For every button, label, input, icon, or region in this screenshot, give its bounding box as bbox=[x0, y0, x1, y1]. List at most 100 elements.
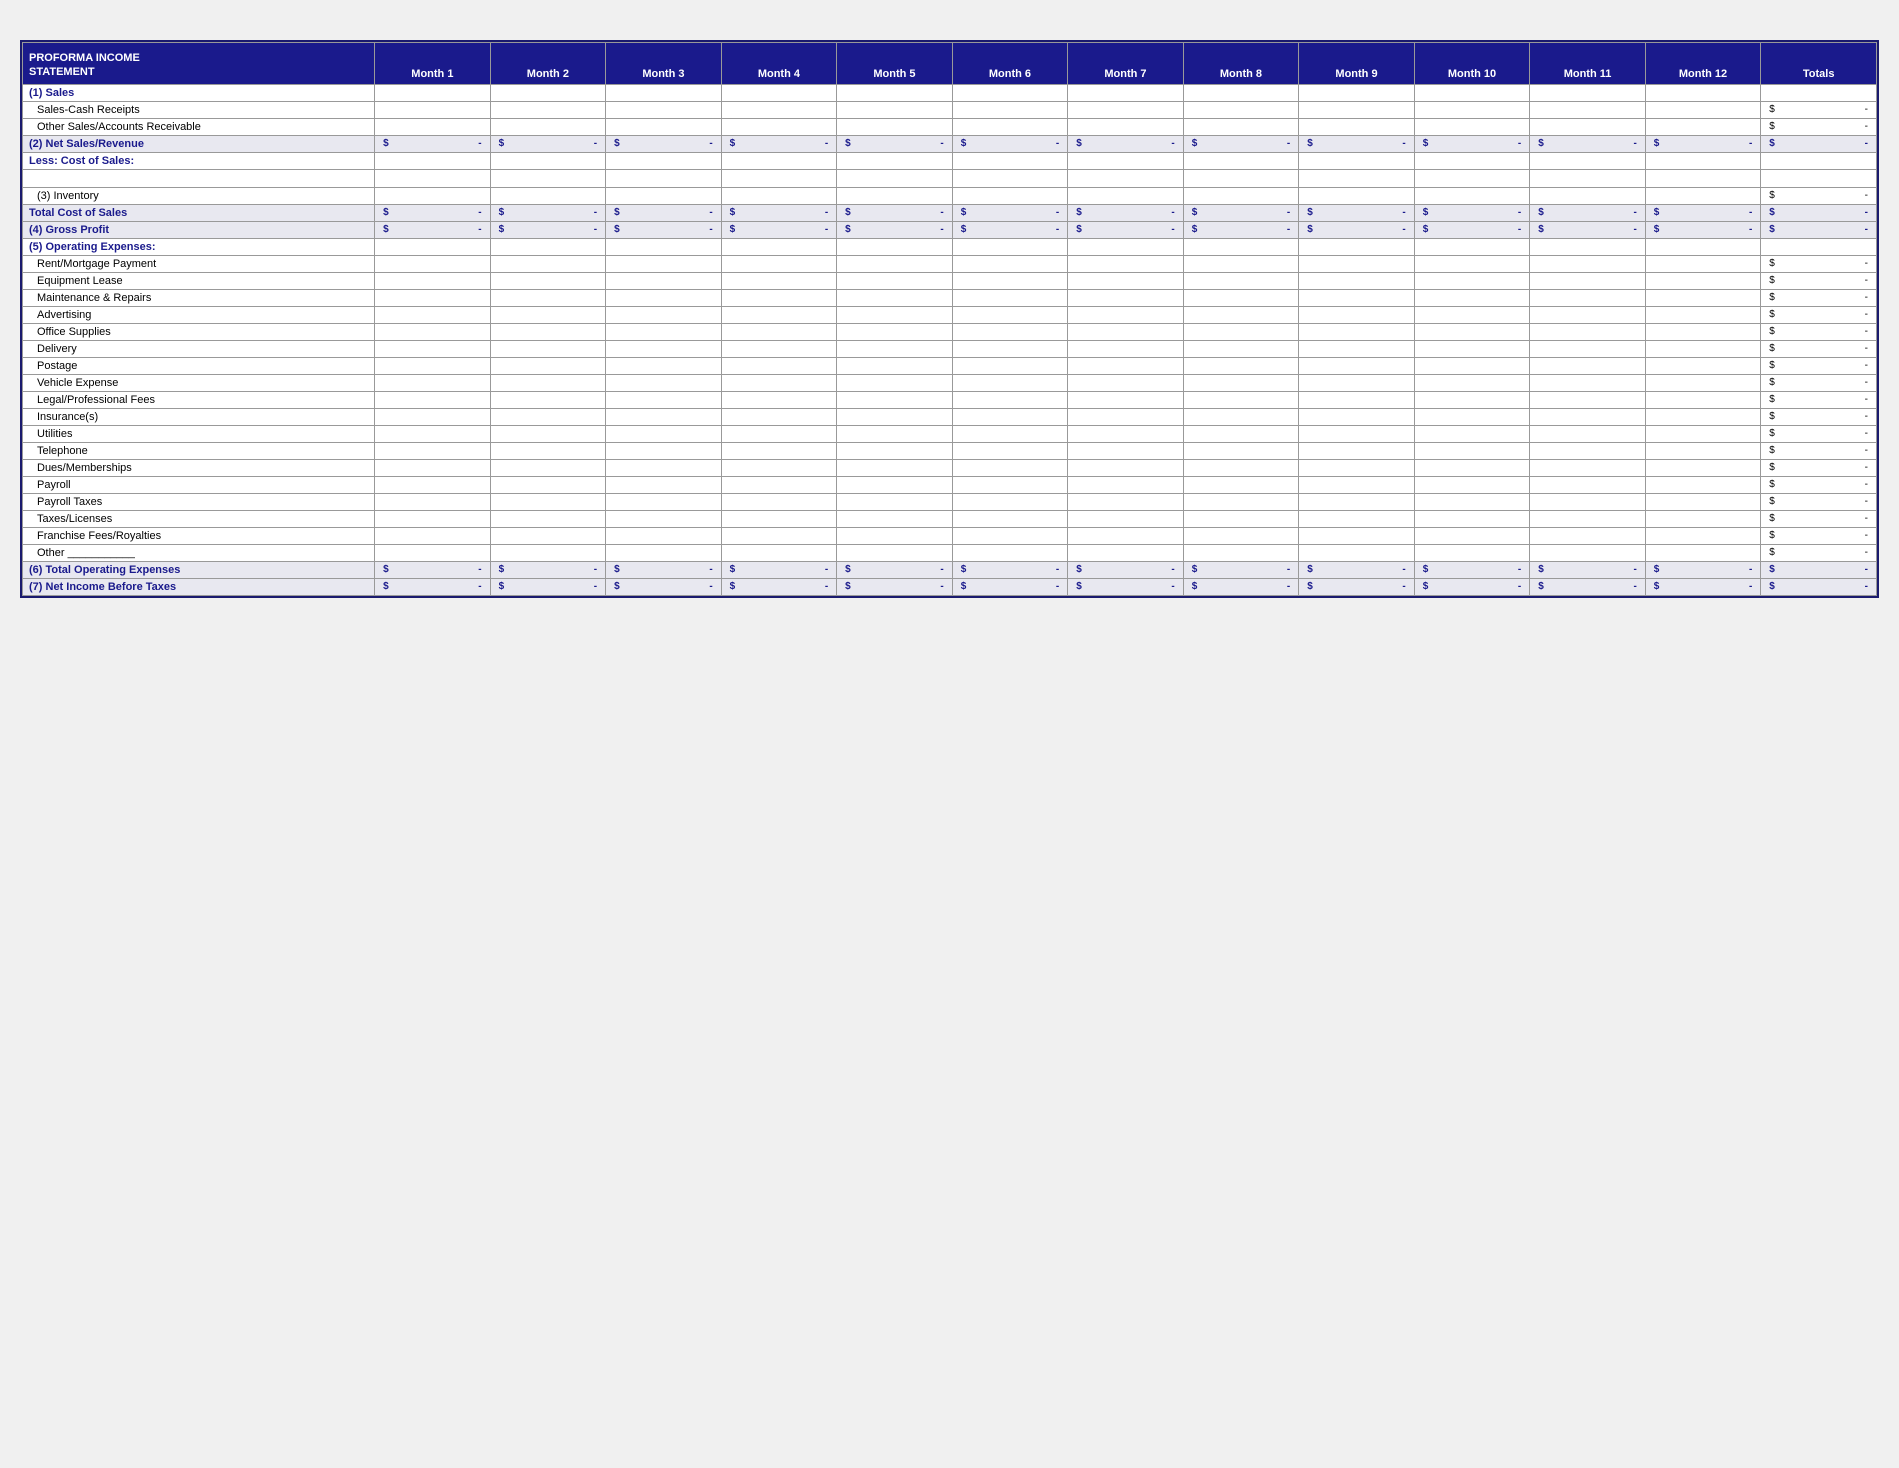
table-cell[interactable] bbox=[1530, 306, 1646, 323]
table-cell[interactable] bbox=[721, 527, 837, 544]
table-cell[interactable] bbox=[1645, 118, 1761, 135]
table-cell[interactable] bbox=[606, 374, 722, 391]
table-cell[interactable] bbox=[1299, 391, 1415, 408]
table-cell[interactable] bbox=[606, 187, 722, 204]
table-cell[interactable] bbox=[721, 255, 837, 272]
table-cell[interactable] bbox=[1414, 510, 1530, 527]
table-cell[interactable] bbox=[1645, 391, 1761, 408]
table-cell[interactable] bbox=[1530, 493, 1646, 510]
table-cell[interactable] bbox=[375, 306, 491, 323]
table-cell[interactable] bbox=[1183, 442, 1299, 459]
summary-money-cell[interactable]: $- bbox=[1299, 204, 1415, 221]
table-cell[interactable] bbox=[1183, 408, 1299, 425]
table-cell[interactable] bbox=[952, 527, 1068, 544]
summary-money-cell[interactable]: $- bbox=[837, 578, 953, 595]
summary-money-cell[interactable]: $- bbox=[1414, 221, 1530, 238]
table-cell[interactable] bbox=[952, 408, 1068, 425]
table-cell[interactable] bbox=[375, 101, 491, 118]
table-cell[interactable] bbox=[952, 118, 1068, 135]
table-cell[interactable] bbox=[490, 476, 606, 493]
total-cell[interactable]: $- bbox=[1761, 442, 1877, 459]
table-cell[interactable] bbox=[952, 238, 1068, 255]
table-cell[interactable] bbox=[1414, 152, 1530, 169]
table-cell[interactable] bbox=[490, 272, 606, 289]
table-cell[interactable] bbox=[837, 272, 953, 289]
summary-money-cell[interactable]: $- bbox=[952, 221, 1068, 238]
summary-money-cell[interactable]: $- bbox=[1530, 135, 1646, 152]
table-cell[interactable] bbox=[1299, 425, 1415, 442]
table-cell[interactable] bbox=[490, 408, 606, 425]
table-cell[interactable] bbox=[1414, 391, 1530, 408]
summary-money-cell[interactable]: $- bbox=[490, 221, 606, 238]
table-cell[interactable] bbox=[1530, 340, 1646, 357]
table-cell[interactable] bbox=[1068, 459, 1184, 476]
table-cell[interactable] bbox=[490, 493, 606, 510]
total-cell[interactable]: $- bbox=[1761, 272, 1877, 289]
summary-money-cell[interactable]: $- bbox=[837, 204, 953, 221]
summary-money-cell[interactable]: $- bbox=[490, 561, 606, 578]
table-cell[interactable] bbox=[837, 544, 953, 561]
summary-money-cell[interactable]: $- bbox=[1299, 578, 1415, 595]
table-cell[interactable] bbox=[375, 425, 491, 442]
table-cell[interactable] bbox=[1414, 118, 1530, 135]
table-cell[interactable] bbox=[375, 408, 491, 425]
summary-money-cell[interactable]: $- bbox=[1530, 561, 1646, 578]
summary-money-cell[interactable]: $- bbox=[490, 135, 606, 152]
table-cell[interactable] bbox=[1414, 408, 1530, 425]
table-cell[interactable] bbox=[721, 493, 837, 510]
table-cell[interactable] bbox=[1530, 408, 1646, 425]
table-cell[interactable] bbox=[606, 476, 722, 493]
table-cell[interactable] bbox=[952, 391, 1068, 408]
table-cell[interactable] bbox=[837, 306, 953, 323]
table-cell[interactable] bbox=[1068, 357, 1184, 374]
table-cell[interactable] bbox=[1645, 544, 1761, 561]
summary-money-cell[interactable]: $- bbox=[1414, 578, 1530, 595]
table-cell[interactable] bbox=[837, 408, 953, 425]
summary-money-cell[interactable]: $- bbox=[1645, 204, 1761, 221]
summary-money-cell[interactable]: $- bbox=[952, 561, 1068, 578]
table-cell[interactable] bbox=[1068, 289, 1184, 306]
table-cell[interactable] bbox=[721, 544, 837, 561]
table-cell[interactable] bbox=[375, 374, 491, 391]
table-cell[interactable] bbox=[1068, 340, 1184, 357]
table-cell[interactable] bbox=[1183, 306, 1299, 323]
table-cell[interactable] bbox=[1068, 391, 1184, 408]
table-cell[interactable] bbox=[1068, 255, 1184, 272]
table-cell[interactable] bbox=[1183, 476, 1299, 493]
table-cell[interactable] bbox=[1068, 323, 1184, 340]
table-cell[interactable] bbox=[606, 391, 722, 408]
table-cell[interactable] bbox=[1645, 289, 1761, 306]
table-cell[interactable] bbox=[375, 152, 491, 169]
summary-money-cell[interactable]: $- bbox=[1530, 578, 1646, 595]
table-cell[interactable] bbox=[1645, 476, 1761, 493]
table-cell[interactable] bbox=[1299, 101, 1415, 118]
table-cell[interactable] bbox=[1068, 187, 1184, 204]
table-cell[interactable] bbox=[1530, 255, 1646, 272]
table-cell[interactable] bbox=[375, 340, 491, 357]
summary-money-cell[interactable]: $- bbox=[837, 135, 953, 152]
table-cell[interactable] bbox=[952, 544, 1068, 561]
summary-money-cell[interactable]: $- bbox=[1068, 561, 1184, 578]
table-cell[interactable] bbox=[1530, 442, 1646, 459]
summary-money-cell[interactable]: $- bbox=[375, 135, 491, 152]
table-cell[interactable] bbox=[1414, 289, 1530, 306]
table-cell[interactable] bbox=[721, 425, 837, 442]
total-cell[interactable]: $- bbox=[1761, 306, 1877, 323]
table-cell[interactable] bbox=[952, 272, 1068, 289]
table-cell[interactable] bbox=[1183, 238, 1299, 255]
table-cell[interactable] bbox=[1645, 374, 1761, 391]
table-cell[interactable] bbox=[606, 408, 722, 425]
table-cell[interactable] bbox=[837, 255, 953, 272]
table-cell[interactable] bbox=[721, 289, 837, 306]
table-cell[interactable] bbox=[1299, 493, 1415, 510]
table-cell[interactable] bbox=[490, 391, 606, 408]
table-cell[interactable] bbox=[721, 187, 837, 204]
table-cell[interactable] bbox=[1530, 544, 1646, 561]
summary-money-cell[interactable]: $- bbox=[1068, 578, 1184, 595]
table-cell[interactable] bbox=[1299, 459, 1415, 476]
table-cell[interactable] bbox=[1299, 152, 1415, 169]
table-cell[interactable] bbox=[606, 459, 722, 476]
table-cell[interactable] bbox=[952, 306, 1068, 323]
table-cell[interactable] bbox=[606, 323, 722, 340]
table-cell[interactable] bbox=[375, 476, 491, 493]
